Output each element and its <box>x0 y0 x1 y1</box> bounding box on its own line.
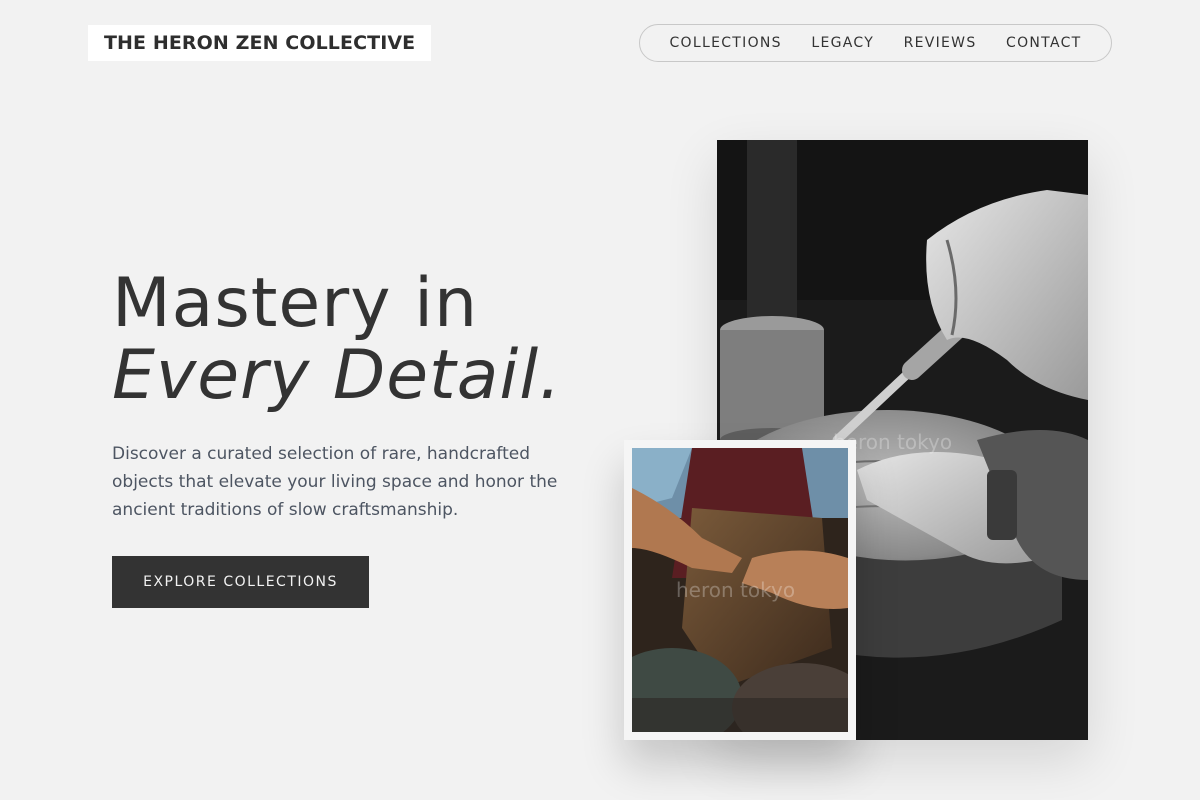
nav-item-reviews[interactable]: REVIEWS <box>904 35 977 51</box>
hero-title-line2: Every Detail. <box>112 336 562 415</box>
nav-item-collections[interactable]: COLLECTIONS <box>669 35 781 51</box>
brand-name: THE HERON ZEN COLLECTIVE <box>104 32 416 54</box>
hero-title-line1: Mastery in <box>112 264 479 343</box>
hero-description: Discover a curated selection of rare, ha… <box>112 444 558 520</box>
brand-logo[interactable]: THE HERON ZEN COLLECTIVE <box>88 25 432 61</box>
leather-craft-photo: heron tokyo <box>632 448 848 732</box>
main-nav: COLLECTIONS LEGACY REVIEWS CONTACT <box>639 24 1112 62</box>
nav-item-legacy[interactable]: LEGACY <box>811 35 874 51</box>
explore-collections-button[interactable]: EXPLORE COLLECTIONS <box>112 556 369 608</box>
hero-title: Mastery in Every Detail. <box>112 268 562 412</box>
inset-photo-watermark: heron tokyo <box>676 578 796 602</box>
nav-item-contact[interactable]: CONTACT <box>1006 35 1082 51</box>
inset-photo-card: heron tokyo <box>624 440 856 740</box>
